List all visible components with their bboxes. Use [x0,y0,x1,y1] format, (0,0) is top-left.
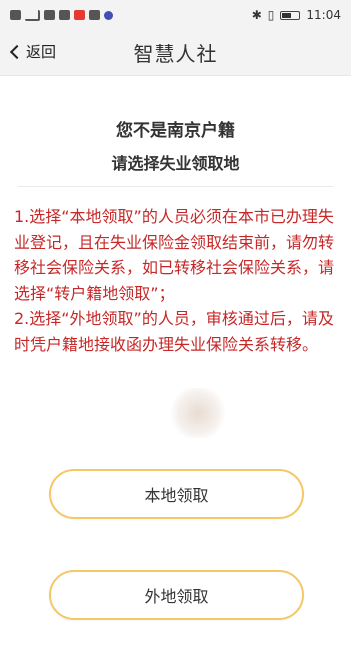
chat-icon [59,10,70,20]
wifi-icon [44,10,55,20]
blur-overlay [170,388,226,438]
remote-claim-button[interactable]: 外地领取 [49,570,304,620]
status-icons-left [10,9,113,21]
vibrate-icon: ▯ [267,8,275,22]
divider [18,186,333,187]
local-claim-button[interactable]: 本地领取 [49,469,304,519]
notice-para-2: 2.选择“外地领取”的人员，审核通过后，请及时凭户籍地接收函办理失业保险关系转移… [14,309,334,354]
battery-icon [280,10,301,20]
signal-icon [25,9,40,21]
bluetooth-icon: ✱ [251,8,262,22]
message-icon [89,10,100,20]
page-title: 智慧人社 [133,42,218,66]
notice-para-1: 1.选择“本地领取”的人员必须在本市已办理失业登记，且在失业保险金领取结束前，请… [14,207,335,303]
notice-text: 1.选择“本地领取”的人员必须在本市已办理失业登记，且在失业保险金领取结束前，请… [14,204,337,357]
red-app-icon [74,10,85,20]
heading-not-local: 您不是南京户籍 [116,121,235,141]
status-time: 11:04 [306,8,341,22]
hd-icon [10,10,21,20]
status-bar: ✱ ▯ 11:04 [0,0,351,30]
heading-choose-location: 请选择失业领取地 [111,154,240,173]
nav-bar: 返回 智慧人社 [0,30,351,76]
blue-app-icon [104,10,113,20]
status-icons-right: ✱ ▯ 11:04 [252,8,341,22]
